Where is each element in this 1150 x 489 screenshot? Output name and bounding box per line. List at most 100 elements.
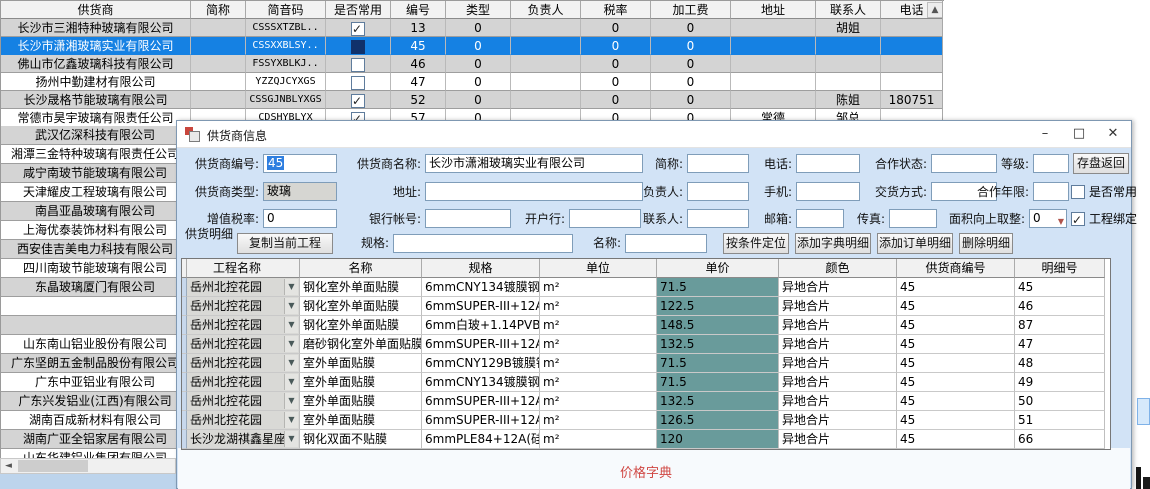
col-header[interactable]: 编号: [391, 1, 446, 19]
dialog-titlebar[interactable]: 供货商信息 – □ ✕: [177, 121, 1131, 148]
supplier-list-item[interactable]: [0, 316, 190, 335]
project-combo-cell[interactable]: 岳州北控花园▼: [187, 373, 300, 392]
project-combo-cell[interactable]: 岳州北控花园▼: [187, 297, 300, 316]
project-combo-cell[interactable]: 岳州北控花园▼: [187, 354, 300, 373]
supplier-list-item[interactable]: 山东南山铝业股份有限公司: [0, 335, 190, 354]
supplier-list-item[interactable]: 东晶玻璃厦门有限公司: [0, 278, 190, 297]
supplier-list-item[interactable]: [0, 297, 190, 316]
color-cell[interactable]: 异地合片: [779, 297, 897, 316]
detail-row[interactable]: 岳州北控花园▼ 钢化室外单面贴膜 6mmSUPER-III+12A(硅... m…: [182, 297, 1110, 316]
close-button[interactable]: ✕: [1097, 121, 1129, 146]
detail-row[interactable]: 长沙龙湖祺鑫星座▼ 钢化双面不贴膜 6mmPLE84+12A(硅酮胶... m²…: [182, 430, 1110, 449]
supplier-no-cell[interactable]: 45: [897, 316, 1015, 335]
spec-cell[interactable]: 6mmCNY129B镀膜钢化: [422, 354, 540, 373]
common-checkbox[interactable]: [351, 22, 365, 36]
dropdown-icon[interactable]: ▼: [284, 412, 298, 428]
color-cell[interactable]: 异地合片: [779, 392, 897, 411]
col-header[interactable]: 联系人: [816, 1, 881, 19]
dropdown-icon[interactable]: ▼: [284, 298, 298, 314]
spec-cell[interactable]: 6mm白玻+1.14PVB+6mm...: [422, 316, 540, 335]
supplier-list-item[interactable]: 武汉亿深科技有限公司: [0, 126, 190, 145]
dropdown-icon[interactable]: ▼: [1058, 213, 1064, 228]
detail-no-cell[interactable]: 51: [1015, 411, 1105, 430]
spec-cell[interactable]: 6mmSUPER-III+12A(硅...: [422, 297, 540, 316]
project-combo-cell[interactable]: 岳州北控花园▼: [187, 278, 300, 297]
supplier-no-cell[interactable]: 45: [897, 335, 1015, 354]
detail-no-cell[interactable]: 87: [1015, 316, 1105, 335]
supplier-no-cell[interactable]: 45: [897, 392, 1015, 411]
dropdown-icon[interactable]: ▼: [284, 279, 298, 295]
delete-detail-button[interactable]: 删除明细: [959, 233, 1013, 254]
col-header[interactable]: 工程名称: [187, 259, 300, 278]
scroll-left-icon[interactable]: ◄: [1, 459, 16, 473]
common-checkbox[interactable]: [351, 94, 365, 108]
unit-cell[interactable]: m²: [540, 335, 657, 354]
name-cell[interactable]: 钢化室外单面贴膜: [300, 278, 422, 297]
email-input[interactable]: [796, 209, 844, 228]
dropdown-icon[interactable]: ▼: [284, 431, 298, 447]
phone-input[interactable]: [796, 154, 860, 173]
supplier-list-item[interactable]: 四川南玻节能玻璃有限公司: [0, 259, 190, 278]
table-row[interactable]: 扬州中勤建材有限公司 YZZQJCYXGS 47 0 0 0: [1, 73, 943, 91]
detail-row[interactable]: 岳州北控花园▼ 室外单面贴膜 6mmSUPER-III+12A(硅... m² …: [182, 392, 1110, 411]
unit-cell[interactable]: m²: [540, 354, 657, 373]
name-cell[interactable]: 钢化室外单面贴膜: [300, 297, 422, 316]
detail-row[interactable]: 岳州北控花园▼ 室外单面贴膜 6mmSUPER-III+12A(硅... m² …: [182, 411, 1110, 430]
spec-cell[interactable]: 6mmSUPER-III+12A(硅...: [422, 392, 540, 411]
save-return-button[interactable]: 存盘返回: [1073, 153, 1129, 174]
col-header[interactable]: 负责人: [511, 1, 581, 19]
color-cell[interactable]: 异地合片: [779, 430, 897, 449]
supplier-list-item[interactable]: 湖南广亚全铝家居有限公司: [0, 430, 190, 449]
dropdown-icon[interactable]: ▼: [284, 355, 298, 371]
project-binding-checkbox[interactable]: 工程绑定: [1071, 209, 1137, 229]
coop-years-input[interactable]: [1033, 182, 1069, 201]
unit-cell[interactable]: m²: [540, 392, 657, 411]
name-cell[interactable]: 钢化双面不贴膜: [300, 430, 422, 449]
name-cell[interactable]: 钢化室外单面贴膜: [300, 316, 422, 335]
color-cell[interactable]: 异地合片: [779, 335, 897, 354]
col-header[interactable]: 地址: [731, 1, 816, 19]
detail-row[interactable]: 岳州北控花园▼ 磨砂钢化室外单面贴膜 6mmSUPER-III+12A(硅...…: [182, 335, 1110, 354]
name-filter-input[interactable]: [625, 234, 707, 253]
unit-cell[interactable]: m²: [540, 278, 657, 297]
vat-rate-input[interactable]: 0: [263, 209, 337, 228]
supplier-list-item[interactable]: 咸宁南玻节能玻璃有限公司: [0, 164, 190, 183]
locate-by-condition-button[interactable]: 按条件定位: [723, 233, 789, 254]
col-header[interactable]: 单价: [657, 259, 779, 278]
supplier-no-cell[interactable]: 45: [897, 411, 1015, 430]
price-cell[interactable]: 148.5: [657, 316, 779, 335]
price-cell[interactable]: 71.5: [657, 373, 779, 392]
col-header[interactable]: 规格: [422, 259, 540, 278]
copy-current-project-button[interactable]: 复制当前工程: [237, 233, 333, 254]
color-cell[interactable]: 异地合片: [779, 278, 897, 297]
area-round-up-combobox[interactable]: 0▼: [1029, 209, 1067, 228]
project-combo-cell[interactable]: 长沙龙湖祺鑫星座▼: [187, 430, 300, 449]
color-cell[interactable]: 异地合片: [779, 354, 897, 373]
unit-cell[interactable]: m²: [540, 316, 657, 335]
detail-row[interactable]: 岳州北控花园▼ 室外单面贴膜 6mmCNY129B镀膜钢化 m² 71.5 异地…: [182, 354, 1110, 373]
col-header[interactable]: 简音码: [246, 1, 326, 19]
unit-cell[interactable]: m²: [540, 297, 657, 316]
color-cell[interactable]: 异地合片: [779, 316, 897, 335]
spec-filter-input[interactable]: [393, 234, 573, 253]
col-header[interactable]: 单位: [540, 259, 657, 278]
contact-input[interactable]: [687, 209, 749, 228]
detail-no-cell[interactable]: 50: [1015, 392, 1105, 411]
supplier-list-item[interactable]: 广东坚朗五金制品股份有限公司: [0, 354, 190, 373]
grade-input[interactable]: [1033, 154, 1069, 173]
dropdown-icon[interactable]: ▼: [284, 393, 298, 409]
unit-cell[interactable]: m²: [540, 373, 657, 392]
supplier-no-cell[interactable]: 45: [897, 430, 1015, 449]
col-header[interactable]: 加工费: [651, 1, 731, 19]
project-combo-cell[interactable]: 岳州北控花园▼: [187, 316, 300, 335]
name-cell[interactable]: 磨砂钢化室外单面贴膜: [300, 335, 422, 354]
table-row-selected[interactable]: 长沙市潇湘玻璃实业有限公司 CSSXXBLSY.. 45 0 0 0: [1, 37, 943, 55]
common-checkbox[interactable]: [351, 40, 365, 54]
supplier-list-item[interactable]: 南昌亚晶玻璃有限公司: [0, 202, 190, 221]
supplier-no-cell[interactable]: 45: [897, 278, 1015, 297]
scroll-up-icon[interactable]: ▲: [927, 2, 943, 18]
name-cell[interactable]: 室外单面贴膜: [300, 373, 422, 392]
col-header[interactable]: 明细号: [1015, 259, 1105, 278]
add-order-detail-button[interactable]: 添加订单明细: [877, 233, 953, 254]
supplier-list-item[interactable]: 广东兴发铝业(江西)有限公司: [0, 392, 190, 411]
